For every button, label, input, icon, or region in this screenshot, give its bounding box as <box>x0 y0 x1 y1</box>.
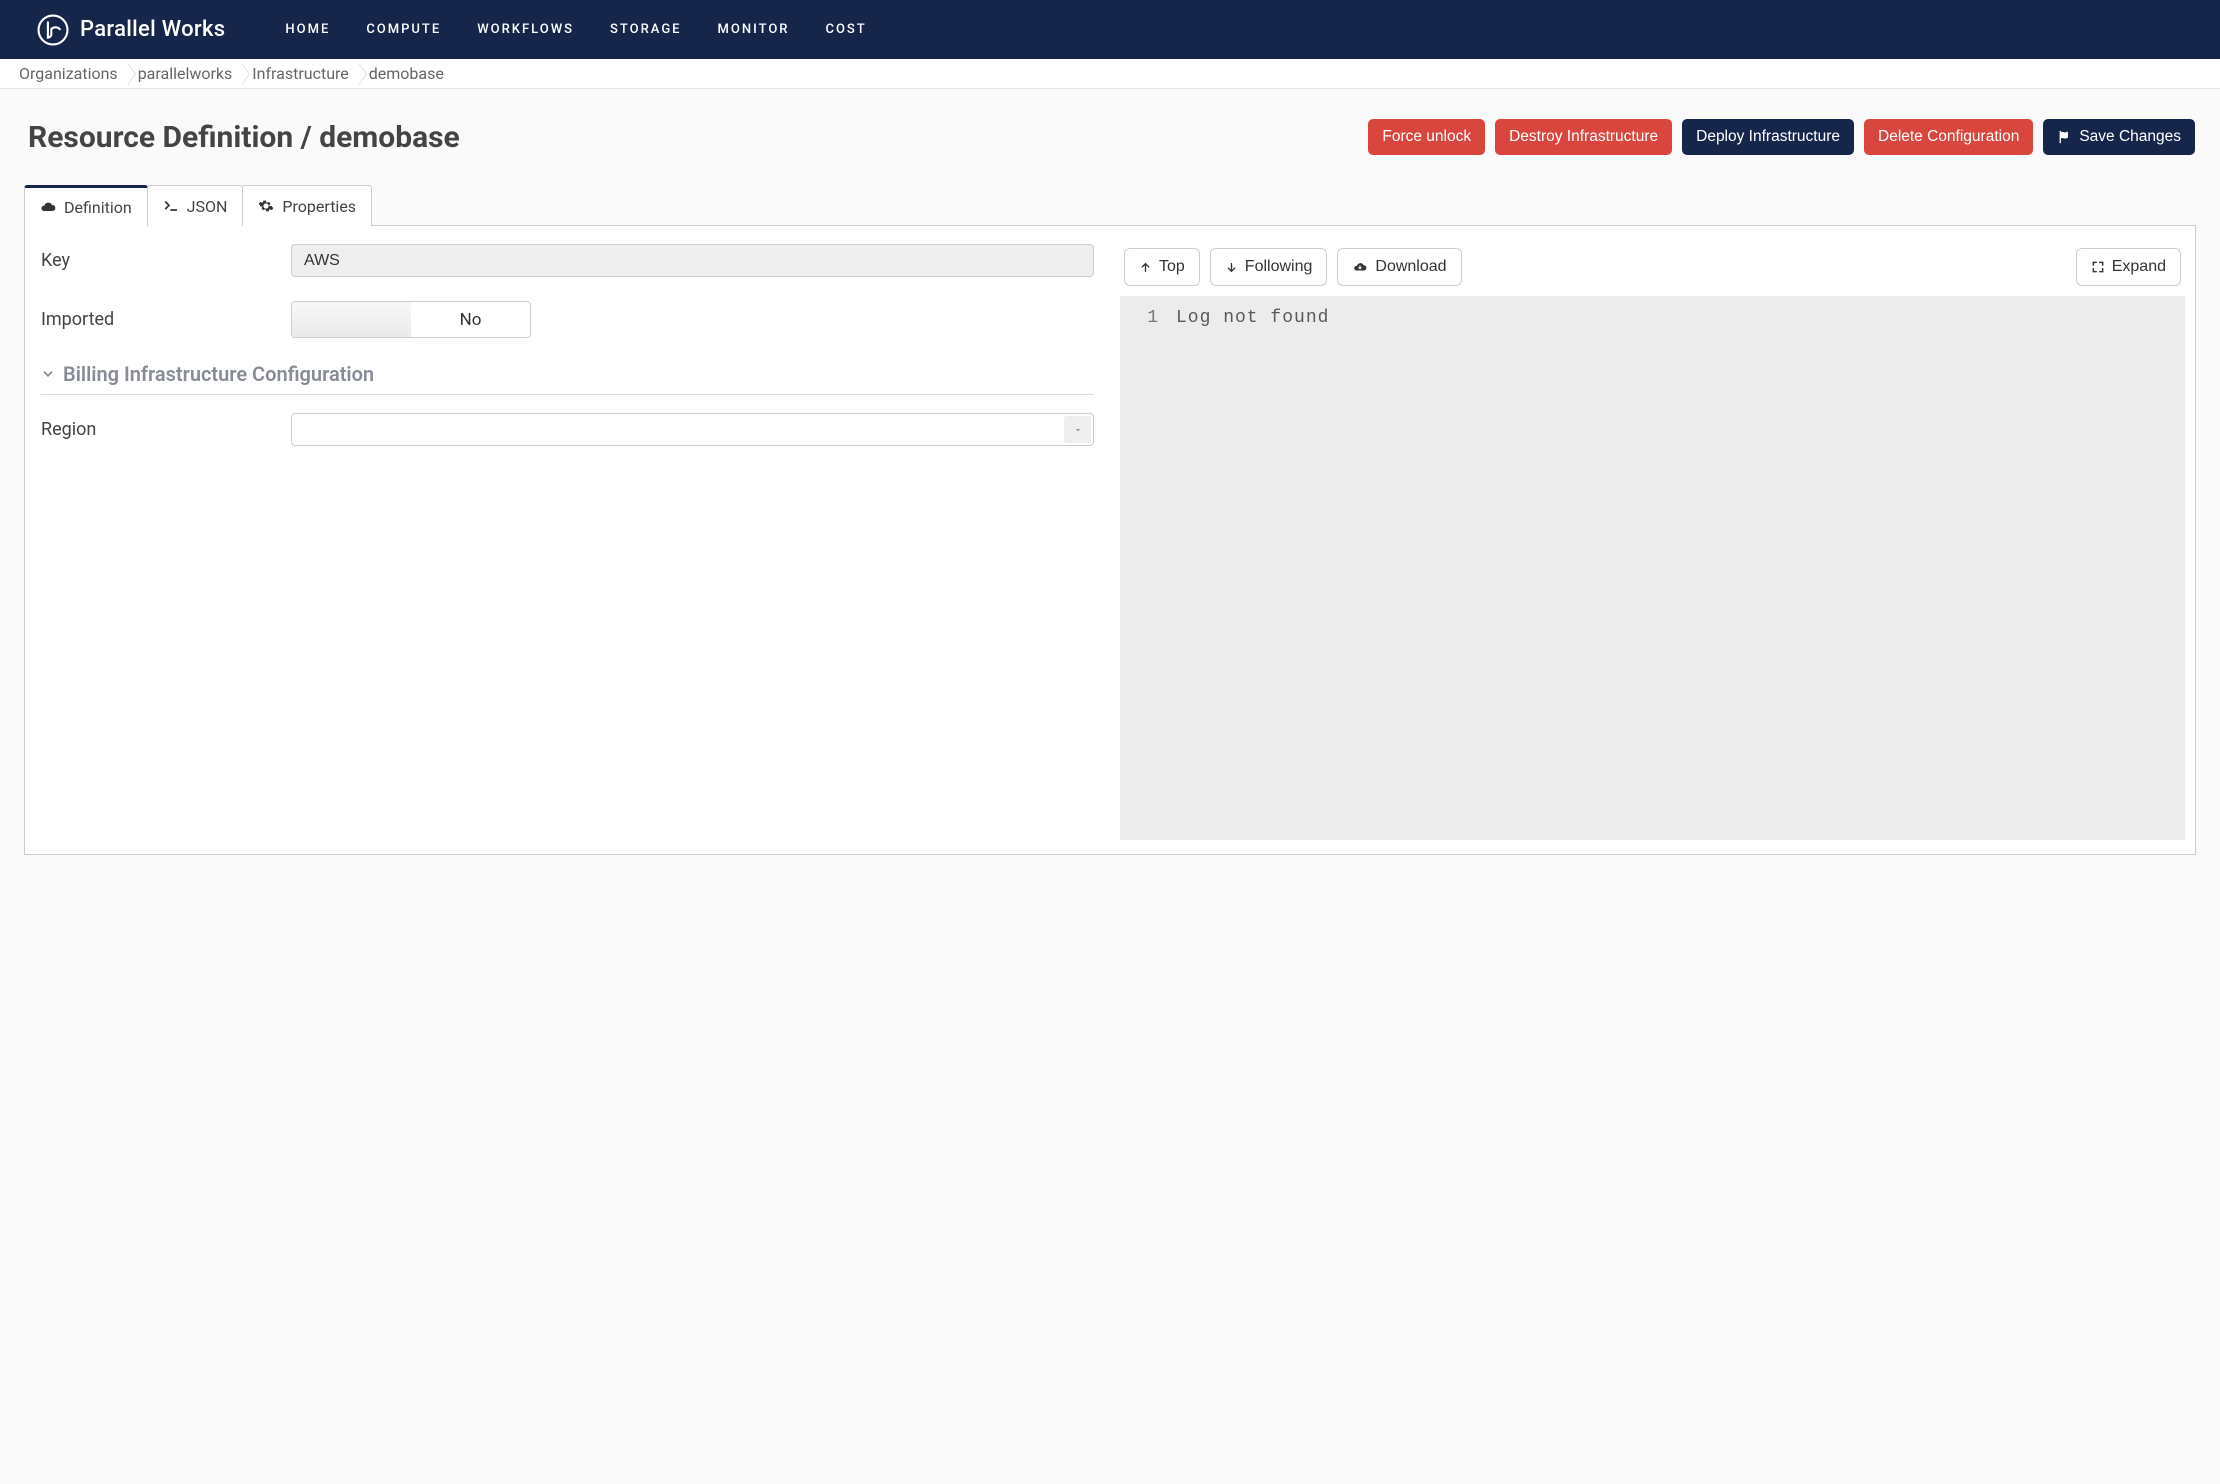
definition-form: Key Imported No Billing Infrastructure C… <box>25 226 1110 854</box>
action-buttons: Force unlock Destroy Infrastructure Depl… <box>1368 119 2195 155</box>
log-panel: Top Following Download Expand <box>1110 226 2195 854</box>
terminal-icon <box>163 198 179 214</box>
page-title: Resource Definition / demobase <box>28 120 460 155</box>
form-row-key: Key <box>41 244 1094 277</box>
tab-definition-label: Definition <box>64 198 132 217</box>
tabs: Definition JSON Properties <box>24 185 2196 226</box>
expand-icon <box>2091 260 2105 274</box>
breadcrumb: Organizations parallelworks Infrastructu… <box>0 59 2220 89</box>
form-row-imported: Imported No <box>41 301 1094 338</box>
log-expand-label: Expand <box>2112 258 2166 276</box>
brand[interactable]: Parallel Works <box>36 13 225 47</box>
save-changes-label: Save Changes <box>2079 128 2181 146</box>
nav-workflows[interactable]: WORKFLOWS <box>477 22 574 37</box>
key-input[interactable] <box>291 244 1094 277</box>
imported-toggle-off <box>292 302 411 337</box>
delete-configuration-button[interactable]: Delete Configuration <box>1864 119 2033 155</box>
cloud-download-icon <box>1352 260 1368 274</box>
billing-section-title: Billing Infrastructure Configuration <box>63 362 374 386</box>
log-line-number: 1 <box>1138 306 1158 331</box>
save-changes-button[interactable]: Save Changes <box>2043 119 2195 155</box>
nav-compute[interactable]: COMPUTE <box>366 22 441 37</box>
arrow-down-icon <box>1225 261 1238 274</box>
log-download-button[interactable]: Download <box>1337 248 1461 286</box>
arrow-up-icon <box>1139 261 1152 274</box>
flag-icon <box>2057 130 2071 144</box>
tab-definition[interactable]: Definition <box>24 185 148 226</box>
top-navbar: Parallel Works HOME COMPUTE WORKFLOWS ST… <box>0 0 2220 59</box>
imported-toggle[interactable]: No <box>291 301 531 338</box>
nav-cost[interactable]: COST <box>825 22 866 37</box>
log-line-text: Log not found <box>1176 306 1329 331</box>
brand-name: Parallel Works <box>80 17 225 42</box>
crumb-org-name[interactable]: parallelworks <box>136 64 243 83</box>
crumb-resource[interactable]: demobase <box>367 64 454 83</box>
force-unlock-button[interactable]: Force unlock <box>1368 119 1485 155</box>
imported-toggle-value: No <box>411 302 530 337</box>
tab-json[interactable]: JSON <box>147 185 244 226</box>
chevron-right-icon <box>242 63 250 85</box>
tab-properties[interactable]: Properties <box>242 185 372 226</box>
key-label: Key <box>41 250 291 271</box>
main-panel: Key Imported No Billing Infrastructure C… <box>24 225 2196 855</box>
gear-icon <box>258 198 274 214</box>
nav-items: HOME COMPUTE WORKFLOWS STORAGE MONITOR C… <box>285 22 866 37</box>
nav-storage[interactable]: STORAGE <box>610 22 681 37</box>
chevron-right-icon <box>128 63 136 85</box>
tab-properties-label: Properties <box>282 197 356 216</box>
imported-label: Imported <box>41 309 291 330</box>
brand-logo-icon <box>36 13 70 47</box>
page-header: Resource Definition / demobase Force unl… <box>0 89 2220 185</box>
crumb-organizations[interactable]: Organizations <box>17 64 128 83</box>
destroy-infrastructure-button[interactable]: Destroy Infrastructure <box>1495 119 1672 155</box>
region-label: Region <box>41 419 291 440</box>
chevron-right-icon <box>359 63 367 85</box>
log-toolbar: Top Following Download Expand <box>1120 248 2185 286</box>
log-body: 1 Log not found <box>1120 296 2185 840</box>
log-following-label: Following <box>1245 258 1313 276</box>
nav-home[interactable]: HOME <box>285 22 330 37</box>
crumb-infrastructure[interactable]: Infrastructure <box>250 64 358 83</box>
form-row-region: Region <box>41 413 1094 446</box>
nav-monitor[interactable]: MONITOR <box>718 22 790 37</box>
tab-json-label: JSON <box>187 197 228 216</box>
billing-section-header[interactable]: Billing Infrastructure Configuration <box>41 362 1094 395</box>
log-following-button[interactable]: Following <box>1210 248 1328 286</box>
log-line: 1 Log not found <box>1138 306 2167 331</box>
region-select[interactable] <box>291 413 1094 446</box>
deploy-infrastructure-button[interactable]: Deploy Infrastructure <box>1682 119 1854 155</box>
log-top-label: Top <box>1159 258 1185 276</box>
log-download-label: Download <box>1375 258 1446 276</box>
log-top-button[interactable]: Top <box>1124 248 1200 286</box>
log-expand-button[interactable]: Expand <box>2076 248 2181 286</box>
chevron-down-icon <box>41 367 55 381</box>
cloud-icon <box>40 199 56 215</box>
